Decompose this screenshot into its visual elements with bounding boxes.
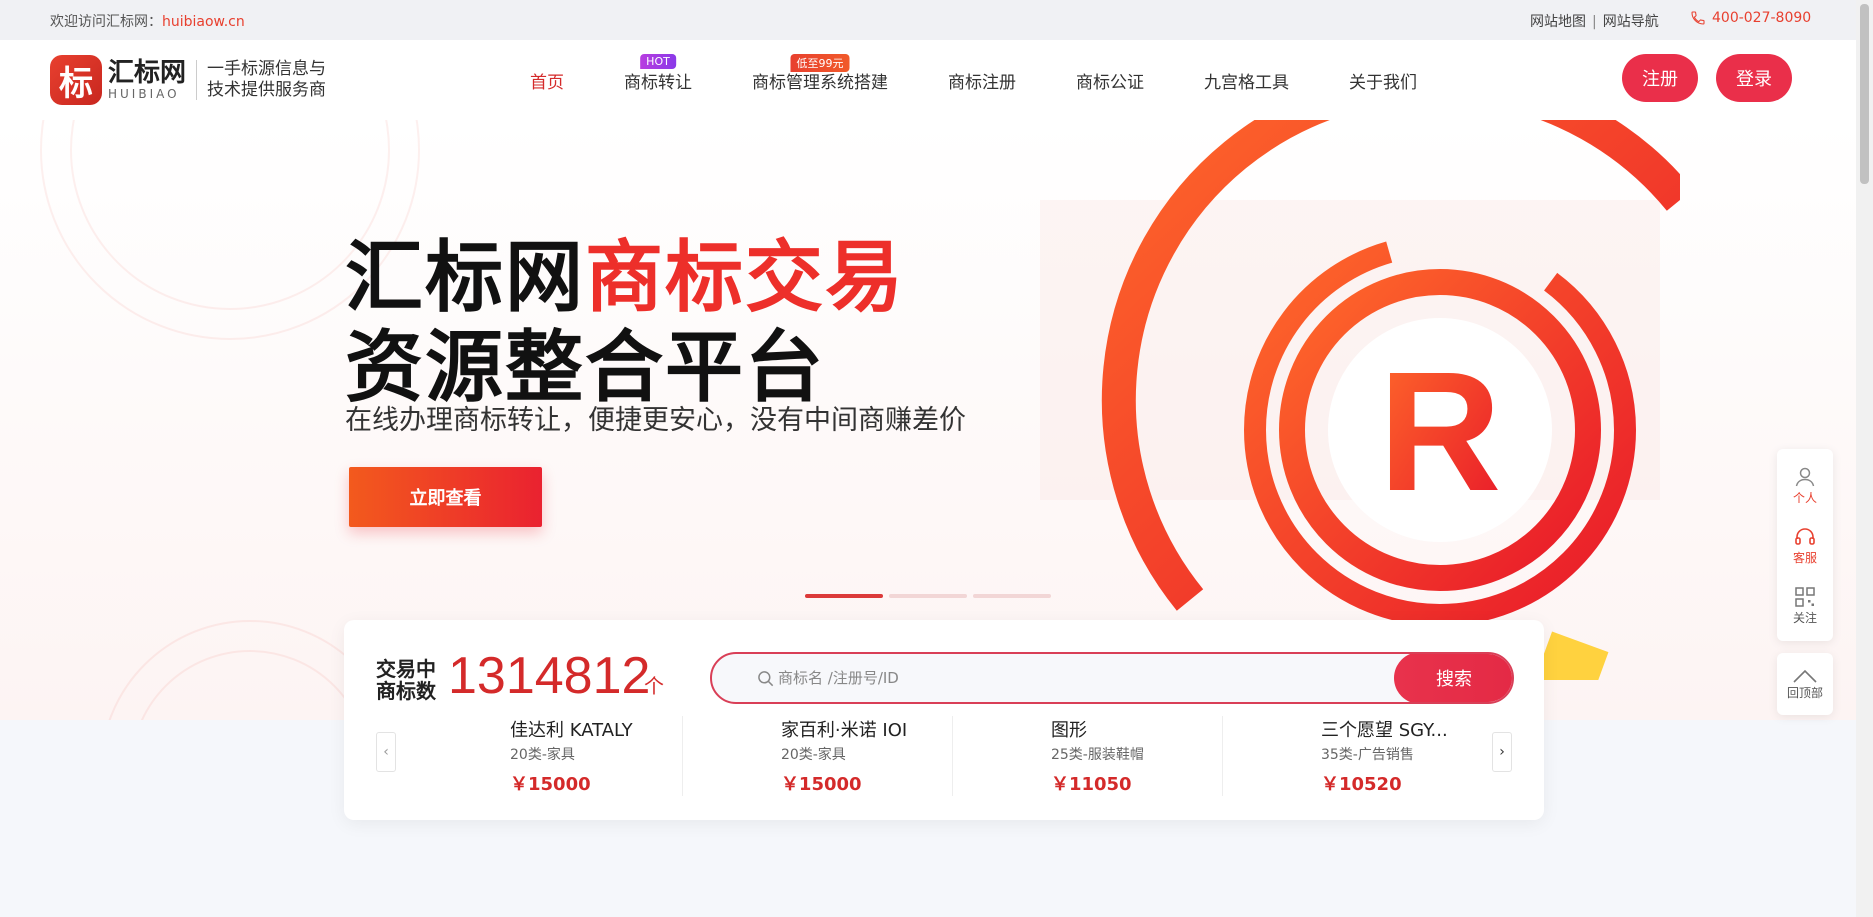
search-bar: 搜索 xyxy=(710,652,1514,704)
trademark-name: 家百利·米诺 IOI xyxy=(780,720,908,741)
search-input[interactable] xyxy=(778,654,1378,702)
trademark-name: 图形 xyxy=(1050,720,1087,741)
logo-name-en: HUIBIAO xyxy=(108,87,180,101)
slogan-line1: 一手标源信息与 xyxy=(207,59,327,79)
trading-count: 1314812 xyxy=(448,647,651,705)
trademark-name: 佳达利 KATALY xyxy=(510,720,633,741)
nav-grid-tool[interactable]: 九宫格工具 xyxy=(1204,40,1289,120)
trademark-class: 20类-家具 xyxy=(510,747,575,763)
logo-slogan: 一手标源信息与 技术提供服务商 xyxy=(207,59,326,101)
chevron-right-icon: › xyxy=(1499,744,1505,760)
trademark-name: 三个愿望 SGY... xyxy=(1320,720,1448,741)
main-header: 标 汇标网 HUIBIAO 一手标源信息与 技术提供服务商 首页 HOT 商标转… xyxy=(0,40,1856,120)
nav-trademark-registration-label: 商标注册 xyxy=(948,72,1016,93)
nav-grid-tool-label: 九宫格工具 xyxy=(1204,72,1289,93)
nav-trademark-transfer[interactable]: HOT 商标转让 xyxy=(624,40,692,120)
sidebar-service-label: 客服 xyxy=(1792,550,1817,565)
stat-label-line1: 交易中 xyxy=(376,657,436,681)
next-arrow[interactable]: › xyxy=(1492,732,1512,772)
trading-count-label: 交易中 商标数 xyxy=(376,658,436,702)
welcome-label: 欢迎访问汇标网： xyxy=(50,14,162,30)
trademark-price: ￥15000 xyxy=(780,774,862,795)
sidebar-group: 个人 客服 关注 xyxy=(1777,449,1833,641)
welcome-text: 欢迎访问汇标网：huibiaow.cn xyxy=(50,11,245,31)
r-letter: R xyxy=(1379,337,1502,527)
trademark-price: ￥10520 xyxy=(1320,774,1402,795)
carousel-indicators xyxy=(805,594,1051,598)
trademark-class: 20类-家具 xyxy=(780,747,846,763)
prev-arrow[interactable]: ‹ xyxy=(376,732,396,772)
hot-badge: HOT xyxy=(640,54,676,69)
trademark-item[interactable]: 佳达利 KATALY 20类-家具 ￥15000 xyxy=(412,716,682,796)
hero-subtitle: 在线办理商标转让，便捷更安心，没有中间商赚差价 xyxy=(345,405,966,436)
nav-home-label: 首页 xyxy=(530,72,564,93)
search-icon xyxy=(758,671,774,687)
search-card: 交易中 商标数 1314812 个 搜索 ‹ 佳达利 KATALY 20类-家具… xyxy=(344,620,1544,820)
search-button[interactable]: 搜索 xyxy=(1394,654,1512,702)
link-separator: | xyxy=(1592,14,1597,30)
nav-trademark-registration[interactable]: 商标注册 xyxy=(948,40,1016,120)
nav-about-us-label: 关于我们 xyxy=(1349,72,1417,93)
scrollbar-thumb[interactable] xyxy=(1860,4,1869,184)
trademark-class: 25类-服装鞋帽 xyxy=(1050,747,1144,763)
sidebar-customer-service[interactable]: 客服 xyxy=(1777,515,1833,575)
nav-home[interactable]: 首页 xyxy=(530,40,564,120)
nav-about-us[interactable]: 关于我们 xyxy=(1349,40,1417,120)
nav-trademark-notary-label: 商标公证 xyxy=(1076,72,1144,93)
trademark-list: 佳达利 KATALY 20类-家具 ￥15000 家百利·米诺 IOI 20类-… xyxy=(412,716,1492,806)
sitemap-link[interactable]: 网站地图 xyxy=(1530,14,1586,30)
trademark-class: 35类-广告销售 xyxy=(1320,747,1414,763)
nav-management-system[interactable]: 低至99元 商标管理系统搭建 xyxy=(752,40,888,120)
qr-code-icon xyxy=(1795,586,1815,607)
logo-divider xyxy=(196,60,198,100)
floating-sidebar: 个人 客服 关注 回顶部 xyxy=(1777,449,1833,715)
phone-contact[interactable]: 400-027-8090 xyxy=(1690,10,1811,26)
chevron-up-icon xyxy=(1793,669,1817,683)
price-badge: 低至99元 xyxy=(790,54,850,72)
register-button[interactable]: 注册 xyxy=(1622,54,1698,102)
login-button[interactable]: 登录 xyxy=(1716,54,1792,102)
view-now-button[interactable]: 立即查看 xyxy=(349,467,542,527)
trademark-item[interactable]: 三个愿望 SGY... 35类-广告销售 ￥10520 xyxy=(1221,716,1492,796)
back-to-top-button[interactable]: 回顶部 xyxy=(1777,653,1833,715)
logo-name-cn: 汇标网 xyxy=(108,58,187,88)
phone-number: 400-027-8090 xyxy=(1712,10,1812,26)
slogan-line2: 技术提供服务商 xyxy=(207,80,327,100)
site-logo[interactable]: 标 汇标网 HUIBIAO 一手标源信息与 技术提供服务商 xyxy=(50,55,326,105)
phone-icon xyxy=(1691,11,1705,25)
logo-wordmark: 汇标网 HUIBIAO xyxy=(108,59,186,101)
back-to-top-label: 回顶部 xyxy=(1786,685,1823,700)
stat-label-line2: 商标数 xyxy=(376,679,436,703)
nav-trademark-transfer-label: 商标转让 xyxy=(624,72,692,93)
sidebar-personal-label: 个人 xyxy=(1792,490,1817,505)
sidebar-personal[interactable]: 个人 xyxy=(1777,455,1833,515)
registered-trademark-art: R xyxy=(1040,120,1680,680)
carousel-dot[interactable] xyxy=(889,594,967,598)
headset-icon xyxy=(1795,527,1815,545)
page-scrollbar[interactable] xyxy=(1856,0,1873,917)
main-nav: 首页 HOT 商标转让 低至99元 商标管理系统搭建 商标注册 商标公证 九宫格… xyxy=(530,40,1477,120)
nav-trademark-notary[interactable]: 商标公证 xyxy=(1076,40,1144,120)
trademark-item[interactable]: 家百利·米诺 IOI 20类-家具 ￥15000 xyxy=(681,716,952,796)
site-nav-link[interactable]: 网站导航 xyxy=(1603,14,1659,30)
domain-link[interactable]: huibiaow.cn xyxy=(162,14,245,30)
trading-count-unit: 个 xyxy=(644,674,664,698)
sidebar-follow-label: 关注 xyxy=(1792,610,1817,625)
carousel-dot[interactable] xyxy=(805,594,883,598)
chevron-left-icon: ‹ xyxy=(383,744,389,760)
sidebar-follow[interactable]: 关注 xyxy=(1777,575,1833,635)
trademark-item[interactable]: 图形 25类-服装鞋帽 ￥11050 xyxy=(951,716,1222,796)
trademark-price: ￥11050 xyxy=(1050,774,1132,795)
trademark-price: ￥15000 xyxy=(510,774,591,795)
user-icon xyxy=(1795,467,1815,486)
logo-mark: 标 xyxy=(50,55,102,105)
top-bar: 欢迎访问汇标网：huibiaow.cn 网站地图 | 网站导航 400-027-80… xyxy=(0,0,1856,40)
top-links: 网站地图 | 网站导航 xyxy=(1530,11,1659,31)
